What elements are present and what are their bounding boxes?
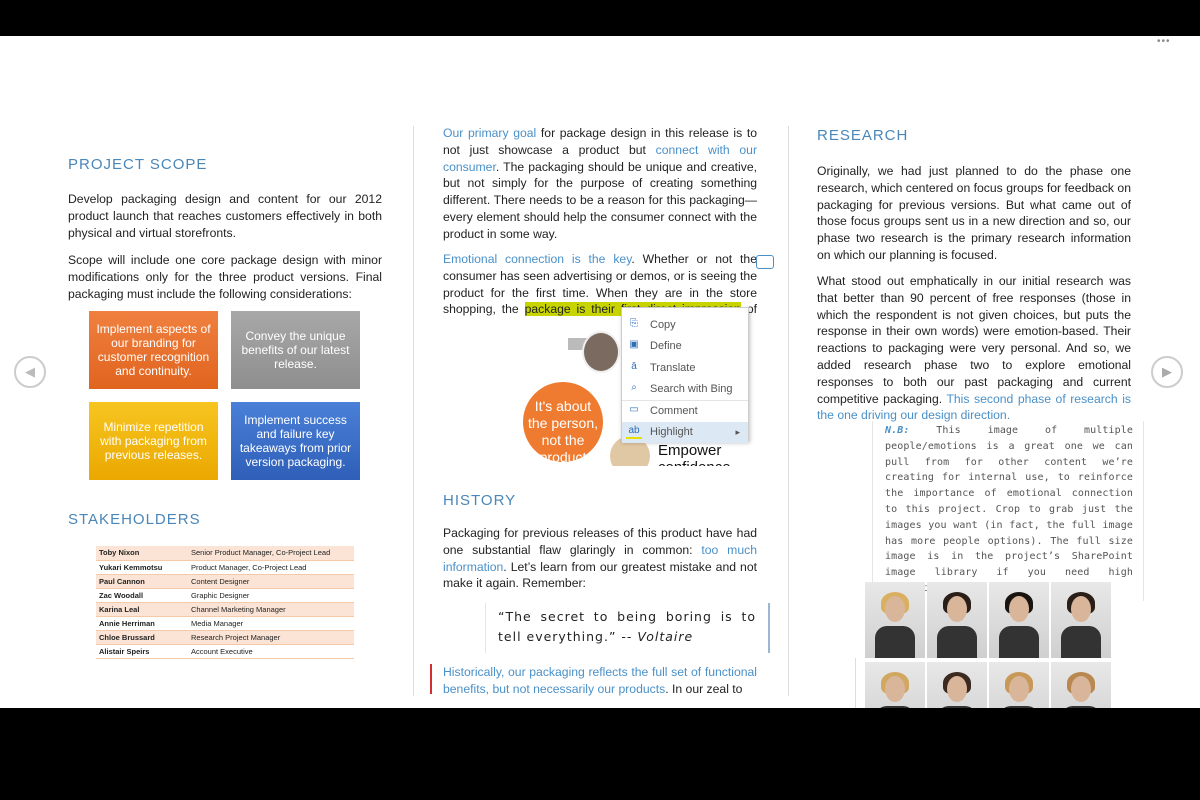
menu-item-label: Define (650, 340, 682, 353)
person-photo (582, 331, 620, 373)
consideration-box: Convey the unique benefits of our latest… (231, 311, 360, 389)
role-cell: Account Executive (188, 644, 354, 659)
context-menu: ⎘ Copy ▣ Define ā Translate ⌕ Search with Bing ▭… (621, 307, 749, 443)
role-cell: Product Manager, Co-Project Lead (188, 560, 354, 575)
orange-circle: It's about the person, not the product (523, 382, 603, 462)
table-row: Zac Woodall Graphic Designer (96, 588, 354, 603)
search-icon: ⌕ (631, 382, 637, 394)
note-label: N.B: (885, 425, 910, 436)
stakeholders-table: Toby Nixon Senior Product Manager, Co-Pro… (96, 546, 354, 659)
translate-icon: ā (631, 360, 637, 372)
menu-item-comment[interactable]: ▭ Comment (622, 400, 748, 422)
more-options-button[interactable]: ••• (1157, 36, 1171, 47)
name-cell: Paul Cannon (96, 574, 188, 589)
name-cell: Yukari Kemmotsu (96, 560, 188, 575)
menu-item-label: Translate (650, 361, 696, 374)
goal-paragraph: Our primary goal for package design in t… (443, 125, 757, 243)
menu-item-copy[interactable]: ⎘ Copy (622, 314, 748, 336)
column-divider (413, 126, 414, 696)
role-cell: Senior Product Manager, Co-Project Lead (188, 546, 354, 561)
note-text: This image of multiple people/emotions i… (885, 425, 1133, 594)
section-heading-history: HISTORY (443, 492, 517, 509)
circle-text: It's about the person, not the product (527, 398, 599, 462)
text: What stood out emphatically in our initi… (817, 274, 1131, 406)
person-photo (927, 582, 987, 658)
next-page-button[interactable]: ▶ (1151, 356, 1183, 388)
consideration-box: Minimize repetition with packaging from … (89, 402, 218, 480)
submenu-arrow-icon: ▸ (735, 426, 740, 437)
menu-item-define[interactable]: ▣ Define (622, 336, 748, 358)
chevron-right-icon: ▶ (1162, 364, 1172, 379)
text: . In our zeal to (665, 681, 743, 696)
history-paragraph-2: Historically, our packaging reflects the… (443, 664, 757, 698)
scope-paragraph: Develop packaging design and content for… (68, 192, 382, 240)
consideration-box: Implement success and failure key takeaw… (231, 402, 360, 480)
scope-paragraph: Scope will include one core package desi… (68, 253, 382, 301)
menu-item-label: Highlight (650, 426, 693, 439)
history-paragraph: Packaging for previous releases of this … (443, 525, 757, 592)
table-row: Toby Nixon Senior Product Manager, Co-Pro… (96, 546, 354, 561)
name-cell: Zac Woodall (96, 588, 188, 603)
section-heading-project-scope: PROJECT SCOPE (68, 156, 208, 173)
document-page: ••• ◀ ▶ PROJECT SCOPE Develop packaging … (0, 36, 1200, 708)
chevron-left-icon: ◀ (25, 364, 35, 379)
name-cell: Annie Herriman (96, 616, 188, 631)
person-photo (989, 582, 1049, 658)
role-cell: Content Designer (188, 574, 354, 589)
menu-item-label: Copy (650, 318, 676, 331)
role-cell: Graphic Designer (188, 588, 354, 603)
menu-item-label: Comment (650, 405, 698, 418)
column-divider (788, 126, 789, 696)
table-row: Paul Cannon Content Designer (96, 574, 354, 589)
page-bottom-border (855, 658, 856, 708)
define-icon: ▣ (629, 339, 639, 351)
role-cell: Research Project Manager (188, 630, 354, 645)
link-primary-goal[interactable]: Our primary goal (443, 126, 536, 140)
quote-text: “The secret to being boring is to tell e… (498, 609, 756, 644)
table-row: Chloe Brussard Research Project Manager (96, 630, 354, 645)
copy-icon: ⎘ (630, 317, 638, 329)
table-row: Yukari Kemmotsu Product Manager, Co-Proje… (96, 560, 354, 575)
consideration-box: Implement aspects of our branding for cu… (89, 311, 218, 389)
person-photo (865, 582, 925, 658)
person-photo (989, 662, 1049, 708)
person-photo (1051, 582, 1111, 658)
research-paragraph-2: What stood out emphatically in our initi… (817, 273, 1131, 424)
highlight-icon: ab (626, 425, 642, 440)
note-block: N.B: This image of multiple people/emoti… (872, 421, 1144, 601)
quote-author: Voltaire (637, 629, 694, 644)
table-row: Annie Herriman Media Manager (96, 616, 354, 631)
table-row: Alistair Speirs Account Executive (96, 644, 354, 659)
quote-block: “The secret to being boring is to tell e… (485, 603, 770, 653)
link-emotional-connection[interactable]: Emotional connection is the key (443, 252, 631, 266)
person-photo (1051, 662, 1111, 708)
comment-icon: ▭ (629, 404, 639, 416)
graphic-label: Empower confidence (658, 442, 731, 466)
emotions-photo-grid (865, 582, 1113, 708)
section-heading-stakeholders: STAKEHOLDERS (68, 511, 201, 528)
name-cell: Alistair Speirs (96, 644, 188, 659)
name-cell: Karina Leal (96, 602, 188, 617)
revision-mark (430, 664, 432, 694)
menu-item-translate[interactable]: ā Translate (622, 357, 748, 379)
ellipsis-icon: ••• (1157, 36, 1171, 47)
role-cell: Channel Marketing Manager (188, 602, 354, 617)
person-photo (865, 662, 925, 708)
menu-item-label: Search with Bing (650, 383, 733, 396)
previous-page-button[interactable]: ◀ (14, 356, 46, 388)
research-paragraph: Originally, we had just planned to do th… (817, 164, 1131, 262)
name-cell: Chloe Brussard (96, 630, 188, 645)
role-cell: Media Manager (188, 616, 354, 631)
menu-item-highlight[interactable]: ab Highlight ▸ (622, 421, 748, 443)
person-photo (927, 662, 987, 708)
table-row: Karina Leal Channel Marketing Manager (96, 602, 354, 617)
name-cell: Toby Nixon (96, 546, 188, 561)
menu-item-search-with-bing[interactable]: ⌕ Search with Bing (622, 379, 748, 401)
section-heading-research: RESEARCH (817, 127, 909, 144)
comment-icon[interactable] (756, 255, 774, 269)
